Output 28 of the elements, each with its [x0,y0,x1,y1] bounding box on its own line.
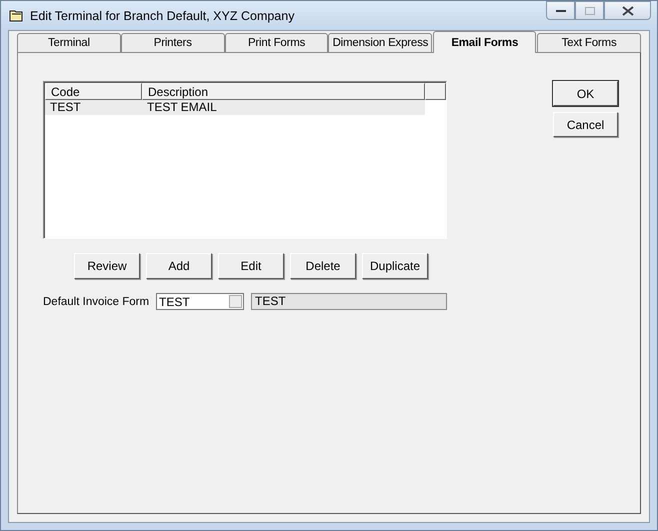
close-button[interactable] [604,1,651,20]
maximize-icon [584,6,594,14]
minimize-icon [556,8,566,12]
invoice-form-dropdown[interactable]: TEST [156,293,244,310]
tab[interactable]: Dimension Express [328,33,432,52]
description-field: TEST [251,293,447,310]
list-button[interactable]: Add [146,253,212,279]
tab[interactable]: Print Forms [224,33,328,52]
list-button[interactable]: Delete [290,253,356,279]
table-cell-text: TEST [49,100,82,115]
column-header[interactable]: Code [45,83,142,100]
list-button[interactable]: Edit [218,253,284,279]
minimize-button[interactable] [546,1,575,20]
tab[interactable]: Text Forms [537,33,641,52]
tab[interactable]: Terminal [17,33,121,52]
close-icon [622,6,634,16]
list-button[interactable]: Duplicate [362,253,428,279]
table-cell-text: TEST EMAIL [146,100,218,115]
dialog-button[interactable]: OK [553,81,618,106]
dialog-button[interactable]: Cancel [553,112,618,137]
window-title: Edit Terminal for Branch Default, XYZ Company [30,8,294,22]
tab[interactable]: Email Forms [433,31,536,53]
column-header[interactable]: Description [142,83,425,100]
tab[interactable]: Printers [120,33,225,52]
field-label: Default Invoice Form [43,296,150,308]
list-button[interactable]: Review [74,253,140,279]
window-icon [9,9,23,22]
list-row[interactable]: TEST TEST EMAIL [45,100,425,115]
